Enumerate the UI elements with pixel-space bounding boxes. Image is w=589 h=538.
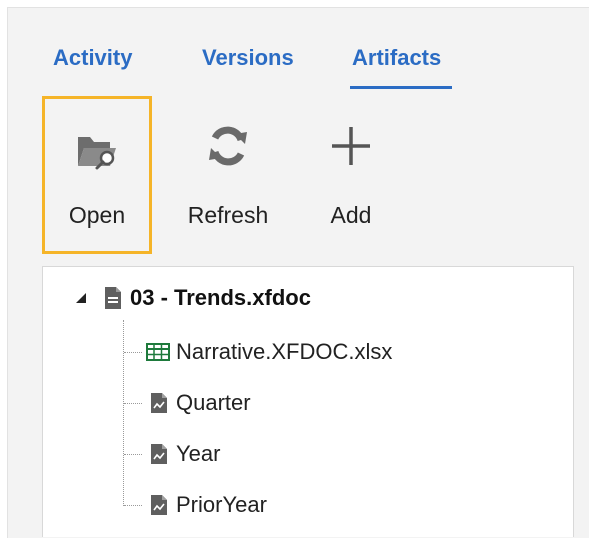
tree-item-quarter[interactable]: Quarter	[150, 388, 251, 418]
tree-connector	[123, 320, 124, 506]
refresh-button[interactable]: Refresh	[172, 96, 284, 254]
tree-connector	[124, 403, 142, 404]
tree-item-label: Narrative.XFDOC.xlsx	[176, 339, 393, 364]
collapse-triangle-icon[interactable]	[72, 292, 90, 304]
tree-connector	[124, 505, 142, 506]
spreadsheet-icon	[146, 343, 170, 361]
tree-item-label: Quarter	[176, 390, 251, 415]
tree-item-label: Year	[176, 441, 221, 466]
tree-root-node[interactable]: 03 - Trends.xfdoc	[72, 283, 311, 313]
refresh-label: Refresh	[187, 202, 269, 228]
add-label: Add	[330, 202, 372, 228]
document-icon	[150, 494, 168, 516]
tree-item-prior-year[interactable]: PriorYear	[150, 490, 267, 520]
folder-search-icon	[45, 129, 149, 173]
document-icon	[150, 392, 168, 414]
tree-item-narrative[interactable]: Narrative.XFDOC.xlsx	[146, 337, 392, 367]
tree-connector	[124, 352, 142, 353]
open-label: Open	[68, 202, 126, 228]
tree-connector	[124, 454, 142, 455]
tree-root-label: 03 - Trends.xfdoc	[130, 285, 311, 310]
plus-icon	[306, 124, 396, 168]
tree-item-label: PriorYear	[176, 492, 267, 517]
document-icon	[104, 286, 122, 310]
tab-artifacts[interactable]: Artifacts	[352, 45, 441, 71]
active-tab-indicator	[350, 86, 452, 89]
refresh-icon	[172, 124, 284, 168]
tab-versions[interactable]: Versions	[202, 45, 294, 71]
document-icon	[150, 443, 168, 465]
tab-activity[interactable]: Activity	[53, 45, 132, 71]
open-button[interactable]: Open	[42, 96, 152, 254]
tree-item-year[interactable]: Year	[150, 439, 220, 469]
add-button[interactable]: Add	[306, 96, 396, 254]
